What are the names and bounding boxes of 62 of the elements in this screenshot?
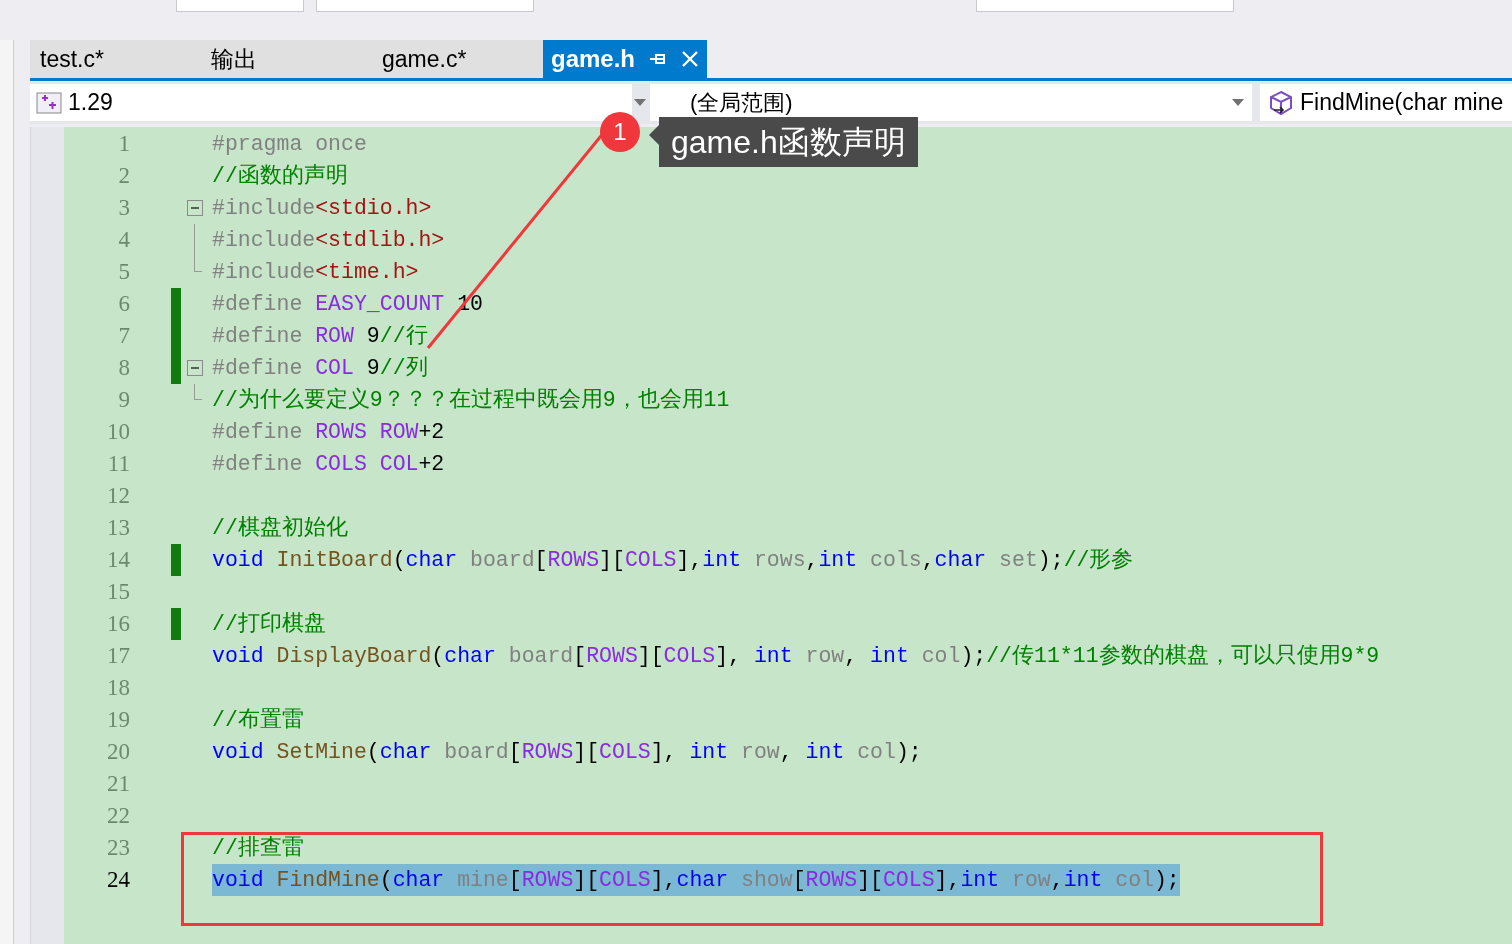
code-line: #define COLS COL+2 xyxy=(212,451,445,478)
collapse-icon[interactable] xyxy=(187,200,203,216)
close-icon[interactable] xyxy=(681,50,700,68)
scope-name: (全局范围) xyxy=(690,89,794,117)
line-number: 20 xyxy=(106,737,130,766)
line-number: 18 xyxy=(106,673,130,702)
file-tab[interactable]: 输出 xyxy=(201,40,372,78)
line-number: 4 xyxy=(117,225,130,254)
code-line: void InitBoard(char board[ROWS][COLS],int rows,int cols,char set);//形参 xyxy=(212,547,1134,574)
line-number: 11 xyxy=(106,449,130,478)
line-number: 7 xyxy=(117,321,130,350)
dropdown-arrow-icon xyxy=(1232,98,1244,107)
code-line: #define ROWS ROW+2 xyxy=(212,419,445,446)
project-name: 1.29 xyxy=(68,88,113,118)
line-number: 13 xyxy=(106,513,130,542)
line-number: 6 xyxy=(117,289,130,318)
project-icon xyxy=(36,91,62,114)
toolbar-field[interactable] xyxy=(176,0,304,12)
line-number: 3 xyxy=(117,193,130,222)
code-line: #define COL 9//列 xyxy=(212,355,428,382)
code-line: //函数的声明 xyxy=(212,163,348,190)
cube-icon xyxy=(1268,89,1294,116)
line-number: 12 xyxy=(106,481,130,510)
scope-dropdown[interactable]: (全局范围) xyxy=(650,84,1252,121)
line-number: 1 xyxy=(117,129,130,158)
file-tab[interactable]: game.h xyxy=(543,40,708,78)
toolbar-field[interactable] xyxy=(976,0,1234,12)
code-line: //棋盘初始化 xyxy=(212,514,348,542)
code-line: //布置雷 xyxy=(212,707,304,734)
line-number: 24 xyxy=(106,865,130,894)
dropdown-arrow-icon xyxy=(634,98,646,107)
line-number: 16 xyxy=(106,609,130,638)
code-line: #include<stdio.h> xyxy=(212,195,432,222)
line-number: 17 xyxy=(106,641,130,670)
line-number: 23 xyxy=(106,833,130,862)
file-tab[interactable]: test.c* xyxy=(30,40,201,78)
line-number: 19 xyxy=(106,705,130,734)
member-name: FindMine(char mine xyxy=(1300,88,1504,118)
line-number: 22 xyxy=(106,801,130,830)
callout-text: game.h函数声明 xyxy=(671,123,906,162)
collapse-icon[interactable] xyxy=(187,360,203,376)
line-number: 8 xyxy=(117,353,130,382)
line-number: 14 xyxy=(106,545,130,574)
code-line: #pragma once xyxy=(212,131,367,158)
line-number: 21 xyxy=(106,769,130,798)
code-line: #include<stdlib.h> xyxy=(212,227,445,254)
line-number: 5 xyxy=(117,257,130,286)
toolbar-field[interactable] xyxy=(316,0,534,12)
line-number: 2 xyxy=(117,161,130,190)
pin-icon[interactable] xyxy=(649,51,668,67)
line-number: 9 xyxy=(117,385,130,414)
code-line: #include<time.h> xyxy=(212,259,419,286)
member-dropdown[interactable]: FindMine(char mine xyxy=(1260,84,1512,121)
code-line: //排查雷 xyxy=(212,835,304,862)
line-number: 15 xyxy=(106,577,130,606)
line-number: 10 xyxy=(106,417,130,446)
code-line: void DisplayBoard(char board[ROWS][COLS], int row, int col);//传11*11参数的棋盘，可以只使用9*9 xyxy=(212,643,1380,670)
code-line: //打印棋盘 xyxy=(212,611,326,638)
code-line: void SetMine(char board[ROWS][COLS], int row, int col); xyxy=(212,739,922,766)
code-line: #define ROW 9//行 xyxy=(212,323,428,350)
code-line: //为什么要定义9？？？在过程中既会用9，也会用11 xyxy=(212,386,730,414)
file-tab[interactable]: game.c* xyxy=(372,40,543,78)
